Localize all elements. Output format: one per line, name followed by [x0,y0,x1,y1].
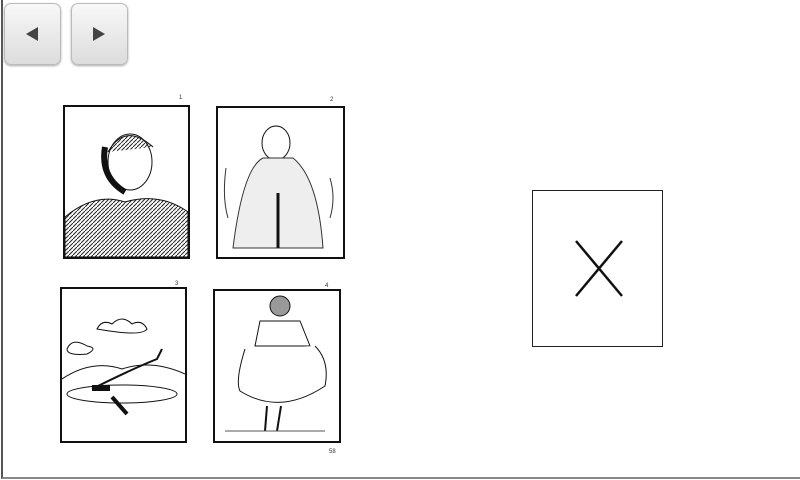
picture-number: 2 [330,97,334,103]
picture-card-dancer[interactable] [213,289,341,443]
forward-button[interactable] [71,3,128,65]
x-mark-icon [575,240,623,297]
shivering-person-image [223,125,334,249]
airplane-image [61,318,186,416]
page-number: 58 [329,449,336,455]
woman-with-skirt-image [225,295,327,432]
picture-number: 3 [175,281,179,287]
picture-card-phone[interactable] [63,105,190,259]
back-button[interactable] [4,3,61,65]
picture-card-shivering[interactable] [216,106,345,259]
triangle-left-icon [26,27,38,41]
picture-number: 4 [325,283,329,289]
picture-number: 1 [179,95,183,101]
man-on-telephone-image [64,133,189,258]
answer-box[interactable] [532,190,663,347]
triangle-right-icon [93,27,105,41]
picture-card-airplane[interactable] [60,287,187,443]
